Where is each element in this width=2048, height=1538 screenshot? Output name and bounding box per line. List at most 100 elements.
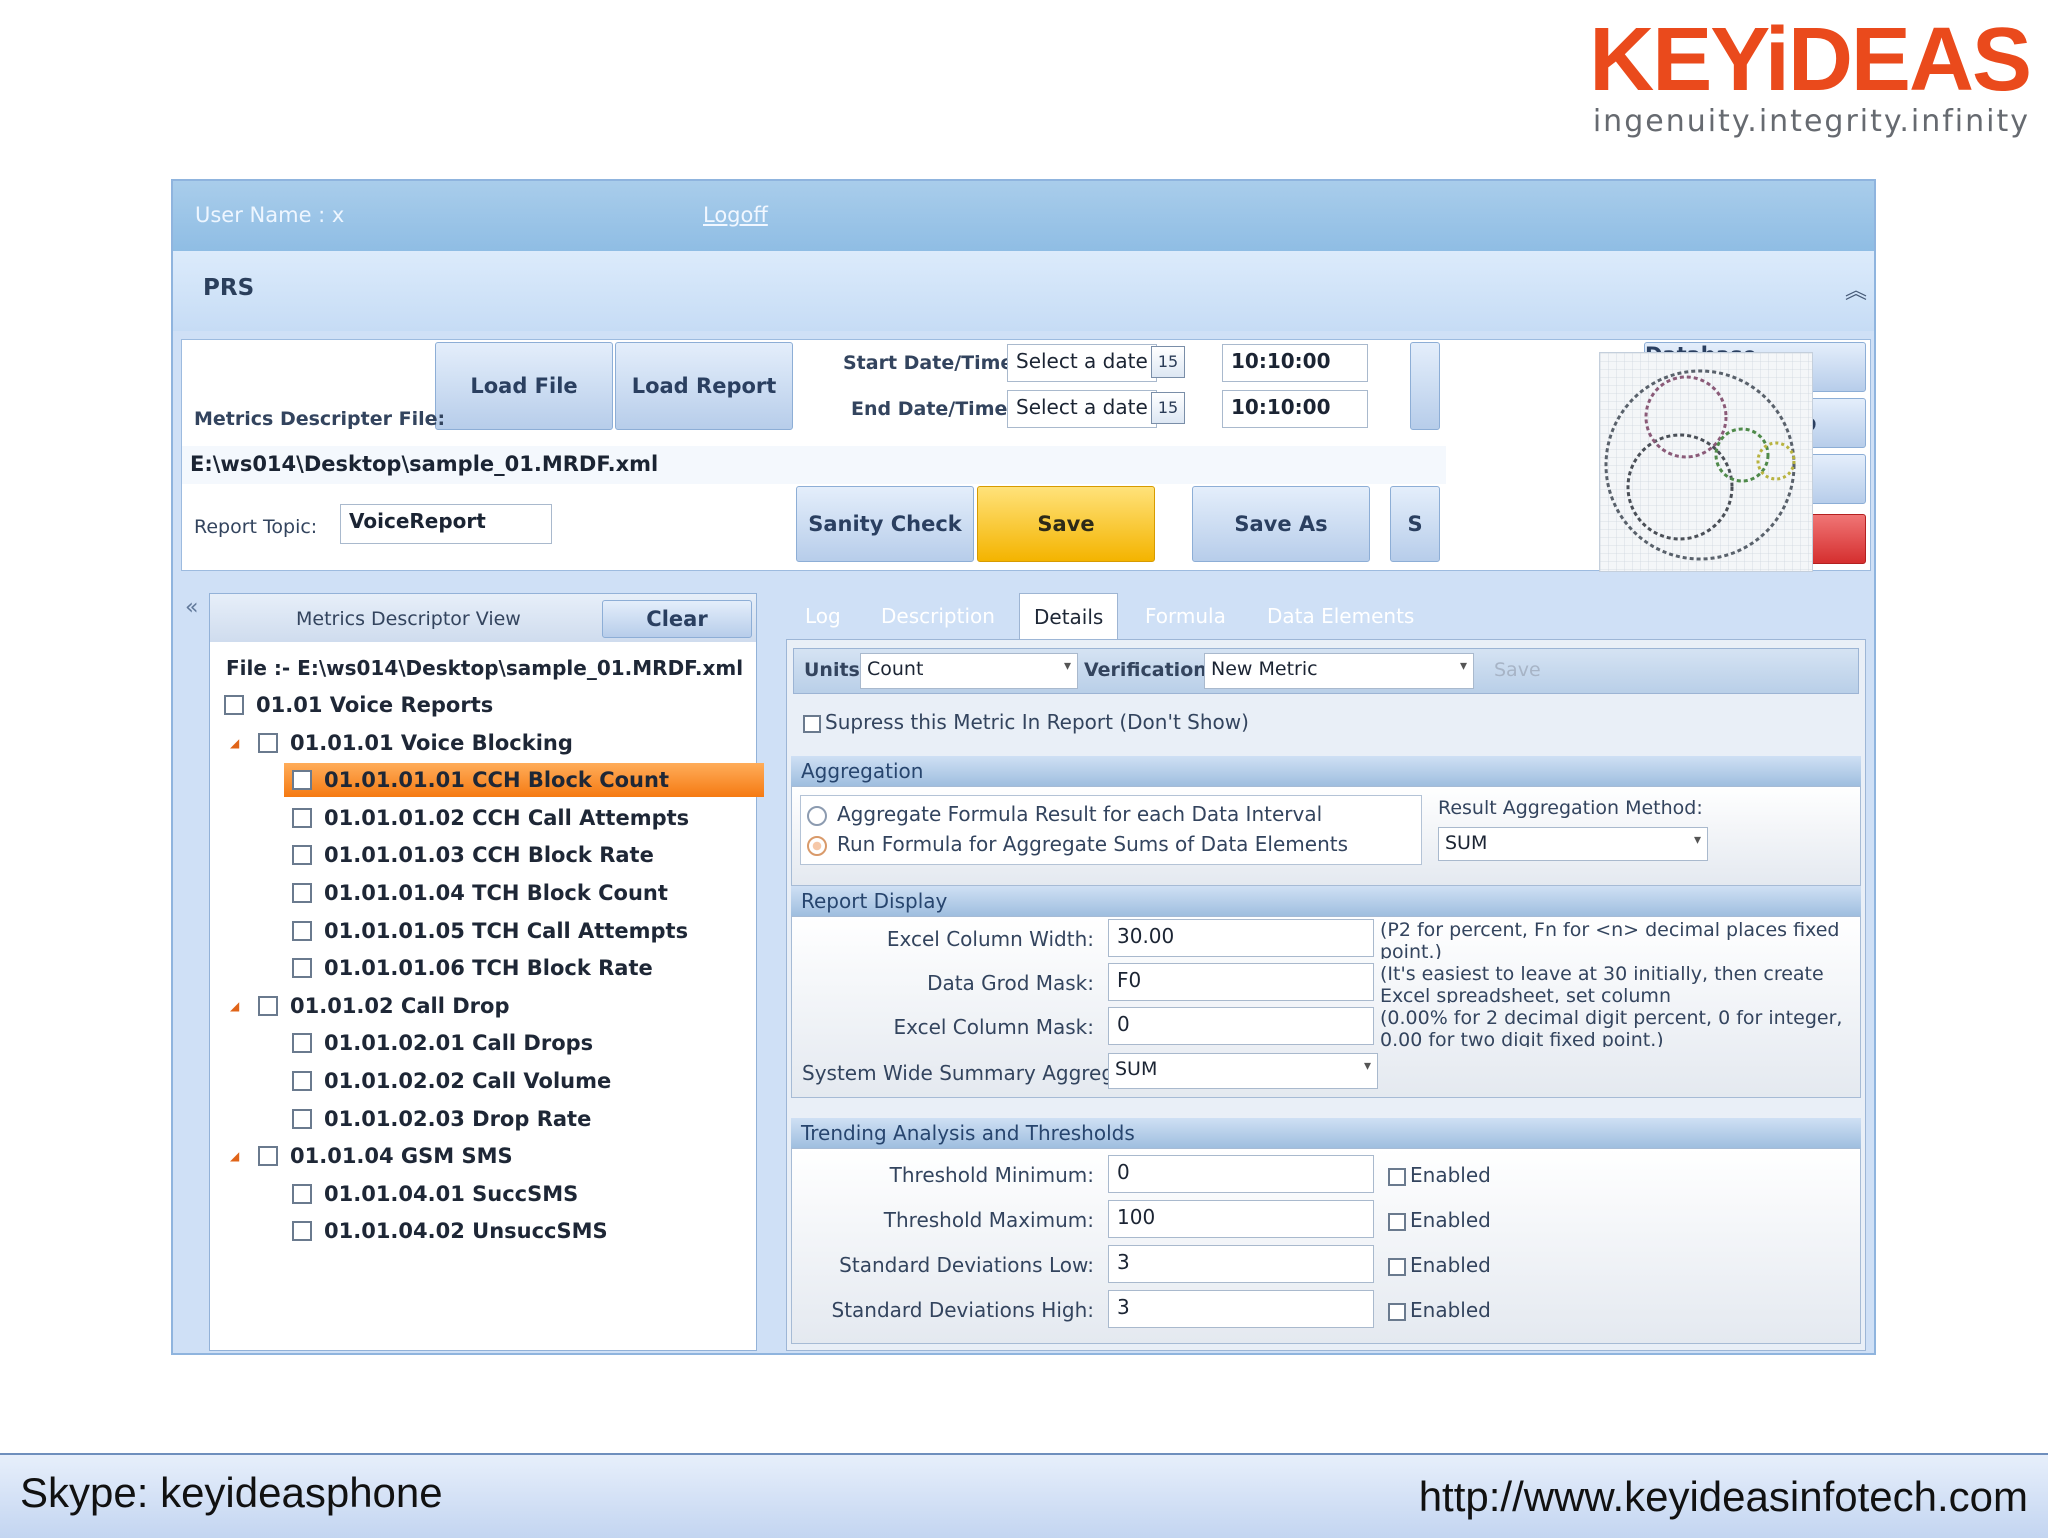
tree-item-label: 01.01.02.01 Call Drops	[324, 1031, 594, 1056]
sanity-check-button[interactable]: Sanity Check	[796, 486, 974, 562]
save-button[interactable]: Save	[977, 486, 1155, 562]
excel-width-input[interactable]: 30.00	[1108, 919, 1374, 957]
tab-log[interactable]: Log	[805, 593, 841, 639]
checkbox-icon[interactable]	[292, 845, 312, 866]
tree-item[interactable]: 01.01.01.03 CCH Block Rate	[210, 838, 654, 872]
tree-item[interactable]: ◢ 01.01.04 GSM SMS	[210, 1139, 513, 1173]
checkbox-icon[interactable]	[292, 1033, 312, 1054]
enabled-checkbox[interactable]: Enabled	[1388, 1208, 1491, 1232]
aggregation-option-2[interactable]: Run Formula for Aggregate Sums of Data E…	[807, 832, 1348, 856]
suppress-metric-checkbox[interactable]: Supress this Metric In Report (Don't Sho…	[803, 710, 1249, 734]
calendar-icon[interactable]: 15	[1151, 392, 1185, 424]
threshold-label: Threshold Maximum:	[883, 1208, 1094, 1232]
enabled-checkbox[interactable]: Enabled	[1388, 1163, 1491, 1187]
save-disabled-button[interactable]: Save	[1494, 659, 1541, 681]
skype-contact: Skype: keyideasphone	[20, 1469, 443, 1516]
expand-arrow-icon[interactable]: ◢	[230, 736, 239, 750]
tree-item[interactable]: 01.01.02.03 Drop Rate	[210, 1102, 591, 1136]
checkbox-icon[interactable]	[258, 995, 278, 1016]
checkbox-icon[interactable]	[258, 1146, 278, 1167]
report-topic-input[interactable]: VoiceReport	[340, 504, 552, 544]
enabled-label: Enabled	[1410, 1298, 1491, 1322]
units-dropdown[interactable]: Count	[860, 653, 1078, 689]
end-time-input[interactable]: 10:10:00	[1222, 390, 1368, 428]
tree-item[interactable]: 01.01.01.05 TCH Call Attempts	[210, 914, 688, 948]
trending-section: Threshold Minimum: 0 Enabled Threshold Maxi…	[791, 1148, 1861, 1344]
checkbox-icon[interactable]	[292, 1183, 312, 1204]
checkbox-icon[interactable]	[224, 695, 244, 715]
metrics-file-label: Metrics Descripter File:	[194, 408, 446, 430]
grid-mask-input[interactable]: F0	[1108, 963, 1374, 1001]
suppress-label: Supress this Metric In Report (Don't Sho…	[825, 710, 1249, 734]
threshold-input[interactable]: 0	[1108, 1155, 1374, 1193]
file-path-field[interactable]: E:\ws014\Desktop\sample_01.MRDF.xml	[182, 446, 1446, 484]
tree-item-selected[interactable]: 01.01.01.01 CCH Block Count	[284, 763, 764, 798]
tab-formula[interactable]: Formula	[1145, 593, 1226, 639]
tree-item[interactable]: 01.01.01.02 CCH Call Attempts	[210, 801, 689, 835]
tab-data-elements[interactable]: Data Elements	[1267, 593, 1414, 639]
expand-arrow-icon[interactable]: ◢	[230, 999, 239, 1013]
end-datetime-label: End Date/Time:	[851, 398, 1015, 420]
verification-dropdown[interactable]: New Metric	[1204, 653, 1474, 689]
tree-item-label: 01.01.01 Voice Blocking	[290, 730, 573, 755]
option-2-label: Run Formula for Aggregate Sums of Data E…	[837, 832, 1349, 856]
logoff-link[interactable]: Logoff	[703, 203, 768, 227]
tree-item-label: 01.01.01.02 CCH Call Attempts	[324, 805, 690, 830]
username-label: User Name : x	[195, 203, 345, 227]
load-file-button[interactable]: Load File	[435, 342, 613, 430]
checkbox-icon[interactable]	[292, 1221, 312, 1242]
end-date-input[interactable]: Select a date	[1007, 390, 1157, 428]
metrics-descriptor-panel: Metrics Descriptor View Clear File :- E:…	[209, 593, 764, 1351]
threshold-input[interactable]: 3	[1108, 1245, 1374, 1283]
radio-icon	[807, 805, 827, 826]
enabled-checkbox[interactable]: Enabled	[1388, 1253, 1491, 1277]
checkbox-icon[interactable]	[292, 807, 312, 828]
start-date-input[interactable]: Select a date	[1007, 344, 1157, 382]
tree-item[interactable]: 01.01.01.04 TCH Block Count	[210, 876, 668, 910]
calendar-icon[interactable]: 15	[1151, 346, 1185, 378]
brand-tagline: ingenuity.integrity.infinity	[1592, 104, 2030, 139]
checkbox-icon[interactable]	[292, 1071, 312, 1091]
user-bar: User Name : x Logoff	[173, 181, 1874, 251]
tab-details[interactable]: Details	[1019, 593, 1119, 640]
save-as-button[interactable]: Save As	[1192, 486, 1370, 562]
tree-item[interactable]: ◢ 01.01.01 Voice Blocking	[210, 726, 573, 760]
website-link[interactable]: http://www.keyideasinfotech.com	[1419, 1473, 2028, 1521]
expand-arrow-icon[interactable]: ◢	[230, 1149, 239, 1163]
double-chevron-up-icon[interactable]: ︽	[1845, 273, 1867, 305]
checkbox-icon[interactable]	[292, 883, 312, 903]
checkbox-icon[interactable]	[292, 770, 312, 791]
tree-item[interactable]: 01.01 Voice Reports	[210, 688, 493, 722]
checkbox-icon[interactable]	[258, 732, 278, 753]
enabled-label: Enabled	[1410, 1253, 1491, 1277]
threshold-input[interactable]: 3	[1108, 1290, 1374, 1328]
summary-aggregation-dropdown[interactable]: SUM	[1108, 1053, 1378, 1089]
tree-item-label: 01.01.04 GSM SMS	[290, 1144, 513, 1169]
aggregation-method-dropdown[interactable]: SUM	[1438, 827, 1708, 861]
checkbox-icon	[1388, 1212, 1406, 1231]
checkbox-icon[interactable]	[292, 958, 312, 979]
clear-button[interactable]: Clear	[602, 600, 752, 638]
checkbox-icon[interactable]	[292, 920, 312, 941]
load-report-button[interactable]: Load Report	[615, 342, 793, 430]
tab-description[interactable]: Description	[881, 593, 995, 639]
tree-item[interactable]: 01.01.02.01 Call Drops	[210, 1026, 593, 1060]
truncated-button[interactable]: S	[1390, 486, 1440, 562]
excel-width-hint: (P2 for percent, Fn for <n> decimal plac…	[1380, 919, 1840, 959]
aggregation-section: Aggregate Formula Result for each Data I…	[791, 786, 1861, 886]
panel-title: Metrics Descriptor View	[296, 608, 521, 630]
enabled-checkbox[interactable]: Enabled	[1388, 1298, 1491, 1322]
start-time-input[interactable]: 10:10:00	[1222, 344, 1368, 382]
double-chevron-left-icon[interactable]: «	[185, 595, 198, 620]
aggregation-option-1[interactable]: Aggregate Formula Result for each Data I…	[807, 802, 1322, 826]
tree-item[interactable]: ◢ 01.01.02 Call Drop	[210, 989, 509, 1023]
threshold-input[interactable]: 100	[1108, 1200, 1374, 1238]
tree-item[interactable]: 01.01.04.01 SuccSMS	[210, 1177, 578, 1211]
excel-mask-hint: (0.00% for 2 decimal digit percent, 0 fo…	[1380, 1007, 1843, 1047]
tree-item[interactable]: 01.01.01.06 TCH Block Rate	[210, 951, 653, 985]
tree-item[interactable]: 01.01.02.02 Call Volume	[210, 1064, 611, 1098]
checkbox-icon[interactable]	[292, 1108, 312, 1129]
hidden-toolbar-button[interactable]	[1410, 342, 1440, 430]
excel-mask-input[interactable]: 0	[1108, 1007, 1374, 1045]
tree-item[interactable]: 01.01.04.02 UnsuccSMS	[210, 1214, 608, 1248]
